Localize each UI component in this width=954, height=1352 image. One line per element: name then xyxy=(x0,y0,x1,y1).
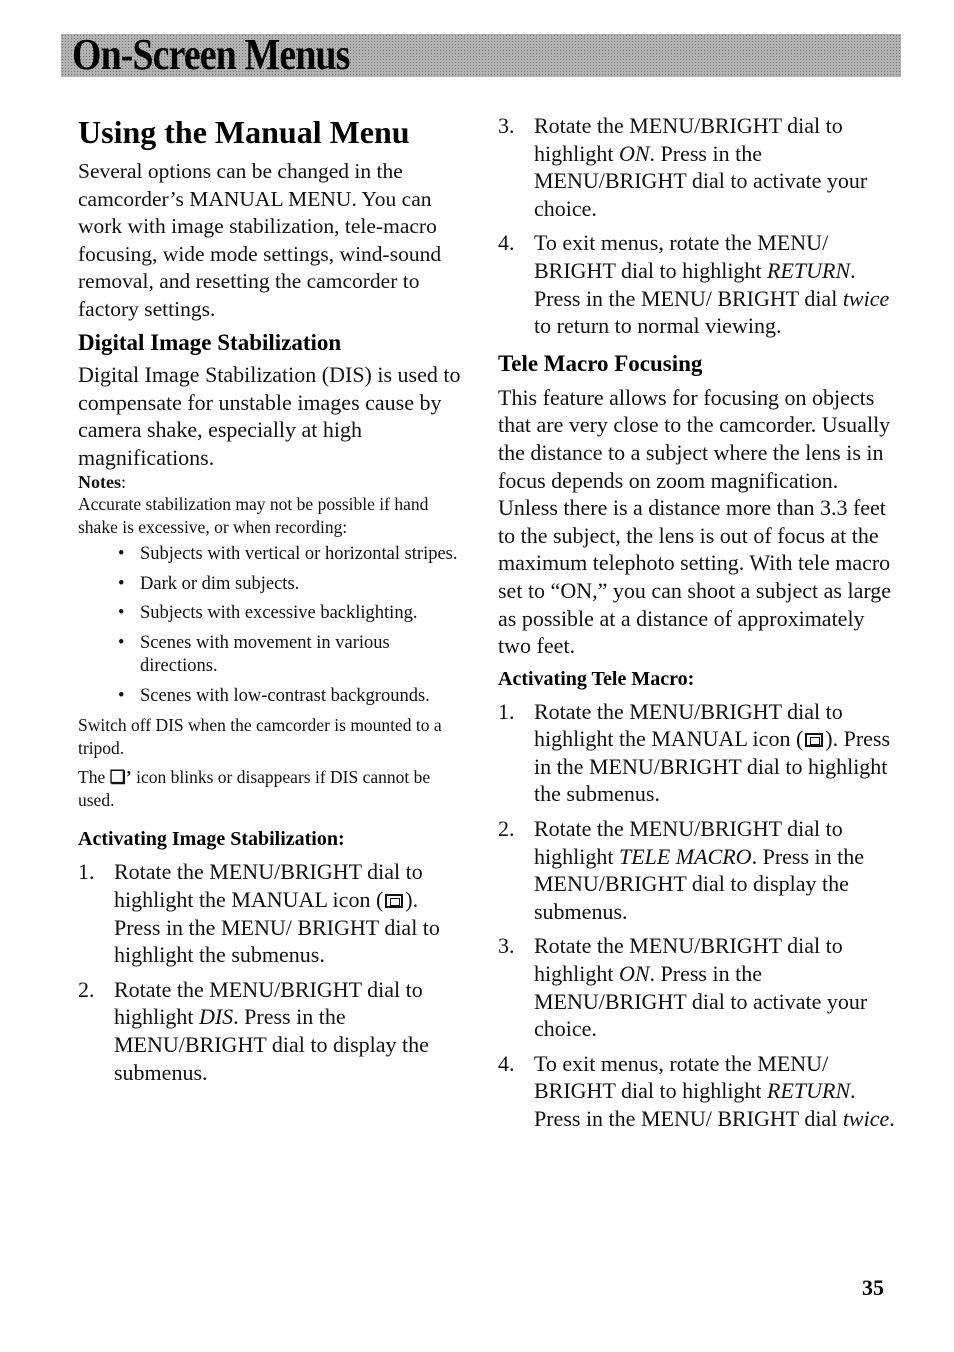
dis-steps-list: 1. Rotate the MENU/BRIGHT dial to highli… xyxy=(78,858,470,1086)
notes-bullet-list: • Subjects with vertical or horizontal st… xyxy=(78,543,470,708)
bullet-text: Dark or dim subjects. xyxy=(140,573,300,594)
section-title: On-Screen Menus xyxy=(72,30,350,79)
step-item: 2. Rotate the MENU/BRIGHT dial to highli… xyxy=(498,815,898,925)
icon-note-pre: The xyxy=(78,767,106,788)
notes-label: Notes: xyxy=(78,471,470,493)
page-number: 35 xyxy=(862,1275,884,1300)
bullet-item: • Dark or dim subjects. xyxy=(118,573,470,597)
dis-steps-continued-list: 3. Rotate the MENU/BRIGHT dial to highli… xyxy=(498,112,898,340)
step-emphasis: ON xyxy=(618,140,650,166)
step-item: 4. To exit menus, rotate the MENU/ BRIGH… xyxy=(498,229,898,339)
dis-heading: Digital Image Stabilization xyxy=(78,330,342,355)
step-number: 1. xyxy=(498,698,515,724)
step-number: 3. xyxy=(498,113,515,138)
dis-hand-icon: ❏’ xyxy=(109,767,132,788)
step-emphasis: TELE MACRO xyxy=(618,843,752,869)
step-emphasis-2: twice xyxy=(842,285,890,311)
activating-dis-heading: Activating Image Stabilization: xyxy=(78,828,345,851)
step-text-pre: Rotate the MENU/BRIGHT dial to highlight… xyxy=(534,698,843,752)
left-column: Using the Manual Menu Several options ca… xyxy=(78,112,470,1093)
tele-steps-list: 1. Rotate the MENU/BRIGHT dial to highli… xyxy=(498,698,898,1133)
page-title: Using the Manual Menu xyxy=(78,114,410,150)
bullet-icon: • xyxy=(118,544,125,565)
bullet-item: • Scenes with movement in various directi… xyxy=(118,632,470,679)
step-text-post: to return to normal viewing. xyxy=(534,313,782,339)
manual-menu-icon xyxy=(385,893,404,908)
step-item: 2. Rotate the MENU/BRIGHT dial to highli… xyxy=(78,976,470,1086)
bullet-icon: • xyxy=(118,685,125,706)
step-item: 3. Rotate the MENU/BRIGHT dial to highli… xyxy=(498,112,898,222)
bullet-icon: • xyxy=(118,632,125,653)
step-number: 2. xyxy=(78,976,95,1002)
right-column: 3. Rotate the MENU/BRIGHT dial to highli… xyxy=(498,112,898,1140)
bullet-text: Scenes with movement in various directio… xyxy=(140,632,390,677)
bullet-item: • Subjects with vertical or horizontal st… xyxy=(118,543,470,567)
bullet-item: • Scenes with low-contrast backgrounds. xyxy=(118,685,470,709)
step-emphasis-2: twice xyxy=(842,1106,890,1131)
bullet-text: Subjects with vertical or horizontal str… xyxy=(140,544,458,565)
step-number: 1. xyxy=(78,859,95,885)
step-item: 1. Rotate the MENU/BRIGHT dial to highli… xyxy=(78,858,470,968)
dis-paragraph: Digital Image Stabilization (DIS) is use… xyxy=(78,362,461,470)
step-emphasis: DIS xyxy=(198,1004,234,1030)
tele-macro-paragraph: This feature allows for focusing on obje… xyxy=(498,384,892,659)
step-item: 4. To exit menus, rotate the MENU/ BRIGH… xyxy=(498,1050,898,1133)
bullet-icon: • xyxy=(118,603,125,624)
notes-label-text: Notes xyxy=(78,472,121,493)
step-number: 2. xyxy=(498,816,515,842)
intro-paragraph: Several options can be changed in the ca… xyxy=(78,159,442,321)
tele-macro-heading: Tele Macro Focusing xyxy=(498,350,703,376)
bullet-icon: • xyxy=(118,573,125,594)
manual-menu-icon xyxy=(805,733,824,748)
bullet-text: Scenes with low-contrast backgrounds. xyxy=(140,685,430,706)
notes-paragraph: Accurate stabilization may not be possib… xyxy=(78,494,429,538)
activating-tele-heading: Activating Tele Macro: xyxy=(498,667,695,690)
step-number: 4. xyxy=(498,230,515,256)
step-item: 1. Rotate the MENU/BRIGHT dial to highli… xyxy=(498,698,898,808)
dis-icon-note: The ❏’ icon blinks or disappears if DIS … xyxy=(78,766,470,812)
tripod-note: Switch off DIS when the camcorder is mou… xyxy=(78,715,442,759)
bullet-text: Subjects with excessive backlighting. xyxy=(140,603,418,624)
step-text-pre: Rotate the MENU/BRIGHT dial to highlight… xyxy=(114,859,423,912)
step-emphasis: ON xyxy=(618,961,650,987)
step-emphasis: RETURN xyxy=(767,257,851,283)
step-number: 3. xyxy=(498,933,515,959)
notes-colon: : xyxy=(121,472,127,493)
step-emphasis: RETURN xyxy=(767,1078,851,1104)
step-text-post: . xyxy=(889,1106,895,1131)
step-item: 3. Rotate the MENU/BRIGHT dial to highli… xyxy=(498,932,898,1042)
step-number: 4. xyxy=(498,1050,515,1076)
bullet-item: • Subjects with excessive backlighting. xyxy=(118,602,470,626)
